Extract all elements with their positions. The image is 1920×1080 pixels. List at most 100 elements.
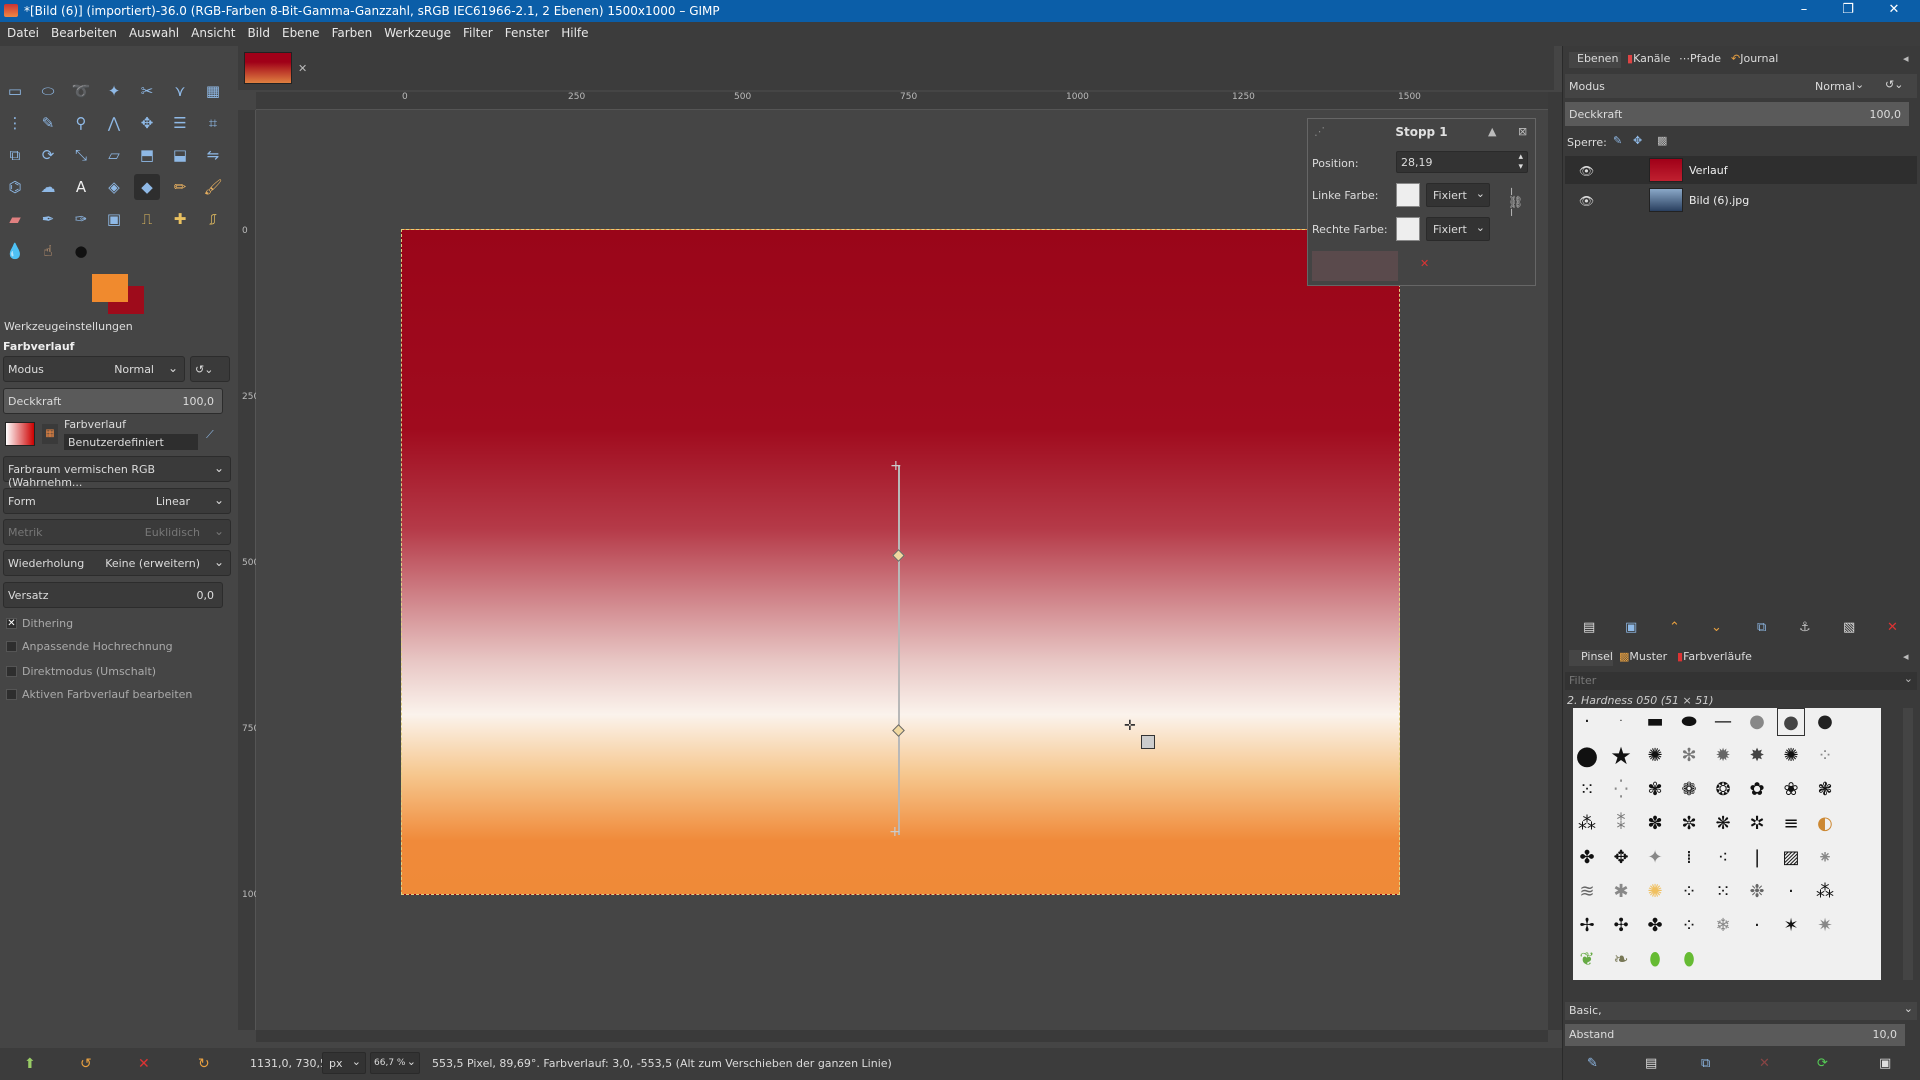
brush-item[interactable]: ✺ xyxy=(1641,878,1669,906)
visibility-eye-icon[interactable]: 👁 xyxy=(1579,164,1594,178)
color-picker-tool-icon[interactable]: ✎ xyxy=(35,110,61,136)
smudge-tool-icon[interactable]: ☝ xyxy=(35,238,61,264)
brush-item[interactable]: ● xyxy=(1573,742,1601,770)
brush-item[interactable]: ⁘ xyxy=(1675,878,1703,906)
close-icon[interactable]: ⊠ xyxy=(1518,125,1527,138)
new-brush-icon[interactable]: ▤ xyxy=(1645,1056,1657,1071)
delete-options-icon[interactable]: ✕ xyxy=(138,1056,150,1072)
paths-tool-icon[interactable]: ⋮ xyxy=(2,110,28,136)
move-tool-icon[interactable]: ✥ xyxy=(134,110,160,136)
gradient-tool-icon[interactable]: ◆ xyxy=(134,174,160,200)
lower-layer-icon[interactable]: ⌄ xyxy=(1711,620,1722,635)
brush-item[interactable]: ✦ xyxy=(1641,844,1669,872)
brush-grid[interactable]: · · ▬ ⬬ — ● ● ● ● ★ ✺ ✻ ✹ ✸ ✺ ⁘ ⁙ ⁛ ✾ ❁ … xyxy=(1573,708,1881,980)
brush-item[interactable]: ✣ xyxy=(1607,912,1635,940)
scale-tool-icon[interactable]: ⤡ xyxy=(68,142,94,168)
brush-item[interactable]: ✷ xyxy=(1811,912,1839,940)
tab-pinsel[interactable]: Pinsel xyxy=(1569,650,1613,666)
brush-item[interactable]: ❘ xyxy=(1743,844,1771,872)
brush-item[interactable]: ≡ xyxy=(1777,810,1805,838)
delete-brush-icon[interactable]: ✕ xyxy=(1759,1056,1770,1071)
tool-options-tab[interactable]: Werkzeugeinstellungen xyxy=(4,320,133,338)
chain-link-icon[interactable]: ╷ ⛓ ╵ xyxy=(1508,181,1523,223)
brush-item[interactable]: ✾ xyxy=(1641,776,1669,804)
brush-item[interactable]: ✶ xyxy=(1777,912,1805,940)
brush-item[interactable]: · xyxy=(1607,708,1635,736)
duplicate-brush-icon[interactable]: ⧉ xyxy=(1701,1056,1710,1071)
image-canvas[interactable] xyxy=(401,229,1400,895)
instant-checkbox[interactable] xyxy=(6,666,17,677)
measure-tool-icon[interactable]: ⋀ xyxy=(101,110,127,136)
delete-layer-icon[interactable]: ✕ xyxy=(1887,620,1898,635)
shear-tool-icon[interactable]: ▱ xyxy=(101,142,127,168)
offset-slider[interactable]: Versatz 0,0 xyxy=(3,582,223,608)
delete-stop-icon[interactable]: ✕ xyxy=(1420,257,1429,270)
gradient-end-handle[interactable]: + xyxy=(889,824,901,840)
vertical-scrollbar[interactable] xyxy=(1548,92,1562,1030)
gradient-editor-icon[interactable]: ▦ xyxy=(42,424,58,444)
perspective-clone-tool-icon[interactable]: ⎎ xyxy=(200,206,226,232)
opacity-slider[interactable]: Deckkraft 100,0 xyxy=(3,388,223,414)
unit-select[interactable]: px ⌄ xyxy=(322,1052,366,1074)
lock-alpha-icon[interactable]: ▩ xyxy=(1657,134,1667,147)
brush-item[interactable]: ⬮ xyxy=(1675,946,1703,974)
tab-journal[interactable]: ↶Journal xyxy=(1731,52,1778,65)
gradient-sub[interactable]: Benutzerdefiniert xyxy=(64,434,198,450)
bucket-fill-tool-icon[interactable]: ◈ xyxy=(101,174,127,200)
brush-item[interactable]: ✻ xyxy=(1675,742,1703,770)
edit-active-checkbox[interactable] xyxy=(6,689,17,700)
brush-preset-select[interactable]: Basic, ⌄ xyxy=(1565,1002,1917,1020)
brush-item[interactable]: · xyxy=(1573,708,1601,736)
position-field[interactable]: 28,19 ▴ ▾ xyxy=(1396,151,1528,173)
brush-item[interactable]: ❋ xyxy=(1709,810,1737,838)
brush-spacing-slider[interactable]: Abstand 10,0 xyxy=(1565,1024,1905,1046)
fuzzy-select-tool-icon[interactable]: ✦ xyxy=(101,78,127,104)
menu-werkzeuge[interactable]: Werkzeuge xyxy=(377,22,456,40)
brush-filter-input[interactable]: Filter ⌄ xyxy=(1565,672,1917,690)
brush-item[interactable]: ❂ xyxy=(1709,776,1737,804)
adaptive-checkbox[interactable] xyxy=(6,641,17,652)
brush-item[interactable]: ⁙ xyxy=(1709,878,1737,906)
blur-tool-icon[interactable]: 💧 xyxy=(2,238,28,264)
edit-brush-icon[interactable]: ✎ xyxy=(1587,1056,1598,1071)
save-options-icon[interactable]: ⬆ xyxy=(24,1056,36,1072)
mode-select[interactable]: Modus Normal ⌄ xyxy=(3,356,185,382)
dithering-checkbox[interactable]: ✕ xyxy=(6,618,17,629)
lock-pixels-icon[interactable]: ✎ xyxy=(1613,134,1622,147)
brush-item[interactable]: ❧ xyxy=(1607,946,1635,974)
brush-item[interactable]: ● xyxy=(1743,708,1771,736)
brush-item[interactable]: ✸ xyxy=(1743,742,1771,770)
brush-item[interactable]: ✱ xyxy=(1607,878,1635,906)
tab-muster[interactable]: ▩Muster xyxy=(1619,650,1667,663)
brush-item[interactable]: ⁕ xyxy=(1811,844,1839,872)
brush-item[interactable]: ❁ xyxy=(1675,776,1703,804)
tab-ebenen[interactable]: Ebenen xyxy=(1569,52,1621,68)
menu-auswahl[interactable]: Auswahl xyxy=(122,22,184,40)
menu-fenster[interactable]: Fenster xyxy=(498,22,555,40)
brush-item[interactable]: ▬ xyxy=(1641,708,1669,736)
rotate-tool-icon[interactable]: ⟳ xyxy=(35,142,61,168)
text-tool-icon[interactable]: A xyxy=(68,174,94,200)
menu-ansicht[interactable]: Ansicht xyxy=(184,22,240,40)
brush-item[interactable]: ◐ xyxy=(1811,810,1839,838)
foreground-color-swatch[interactable] xyxy=(92,274,128,302)
left-color-swatch[interactable] xyxy=(1396,183,1420,207)
panel-menu-icon[interactable]: ◂ xyxy=(1903,52,1909,65)
warp-tool-icon[interactable]: ☁ xyxy=(35,174,61,200)
layer-row[interactable]: 👁 Bild (6).jpg xyxy=(1565,186,1917,214)
brush-item[interactable]: ⁘ xyxy=(1675,912,1703,940)
brush-item[interactable]: · xyxy=(1777,878,1805,906)
new-layer-icon[interactable]: ▤ xyxy=(1583,620,1595,635)
menu-datei[interactable]: Datei xyxy=(0,22,44,40)
metric-select[interactable]: Metrik Euklidisch ⌄ xyxy=(3,519,231,545)
shape-select[interactable]: Form Linear ⌄ xyxy=(3,488,231,514)
tab-pfade[interactable]: ⋯Pfade xyxy=(1679,52,1721,65)
flip-tool-icon[interactable]: ⇋ xyxy=(200,142,226,168)
brush-item[interactable]: ❉ xyxy=(1743,878,1771,906)
repeat-select[interactable]: Wiederholung Keine (erweitern) ⌄ xyxy=(3,550,231,576)
reset-icon[interactable]: ↺⌄ xyxy=(1885,78,1903,91)
brush-item[interactable]: ✥ xyxy=(1607,844,1635,872)
brush-item[interactable]: ✿ xyxy=(1743,776,1771,804)
brush-grid-scrollbar[interactable] xyxy=(1903,708,1913,980)
panel-menu-icon[interactable]: ◂ xyxy=(1903,650,1909,663)
